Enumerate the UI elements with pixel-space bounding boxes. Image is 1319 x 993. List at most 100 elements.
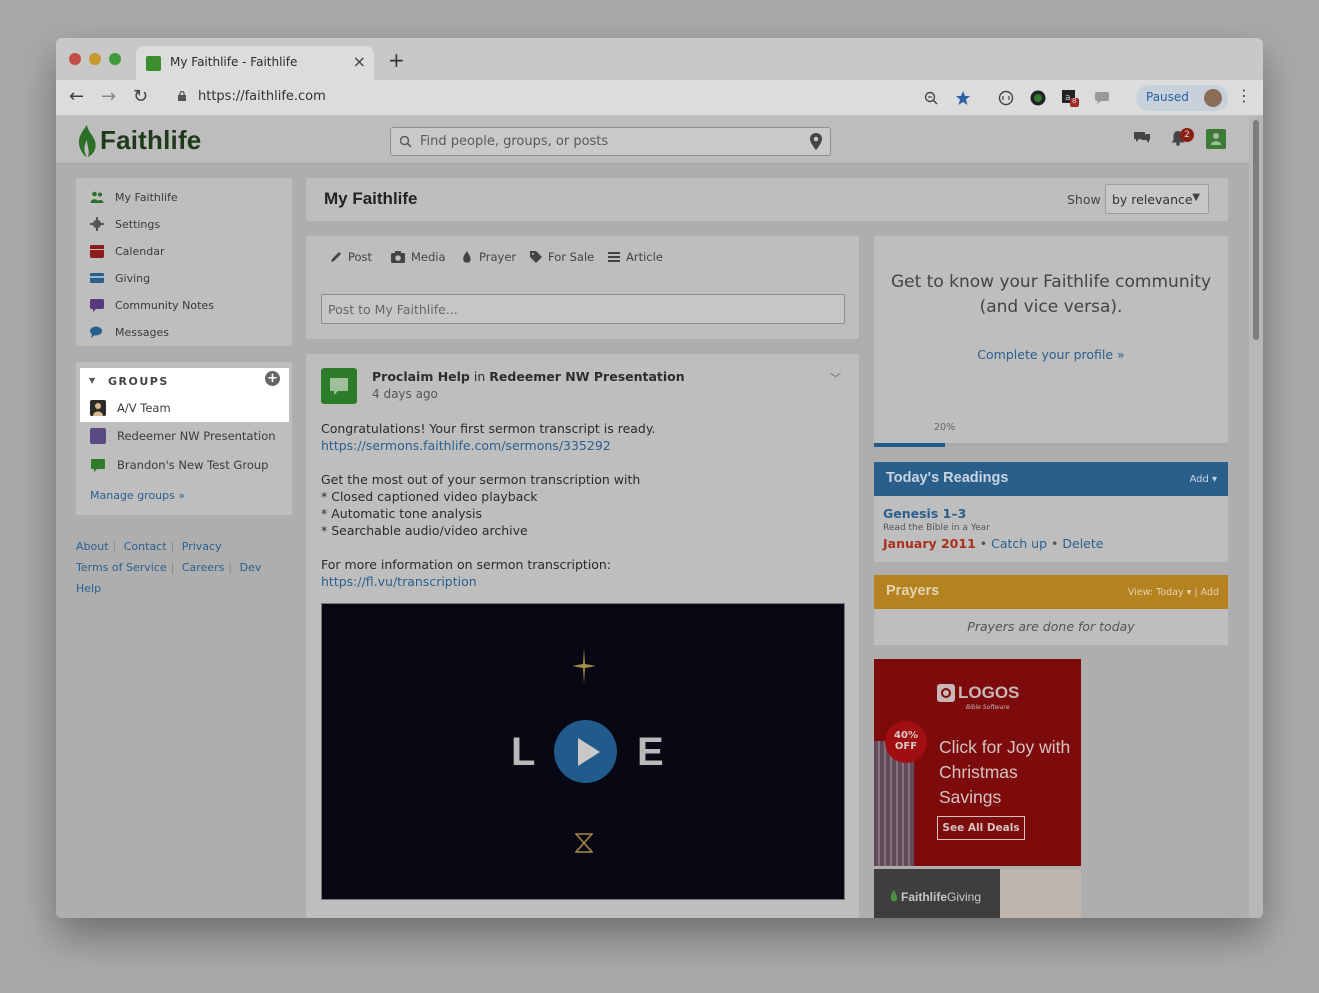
sidebar-item-label: Settings <box>115 217 161 231</box>
about-link[interactable]: About <box>76 540 109 553</box>
sidebar-item-label: Calendar <box>115 244 165 258</box>
profile-paused-button[interactable]: Paused <box>1136 85 1228 111</box>
add-group-icon[interactable]: + <box>265 371 280 386</box>
see-all-deals-button[interactable]: See All Deals <box>937 816 1025 840</box>
sidebar-item-label: Giving <box>115 271 151 285</box>
group-item-brandons-test[interactable]: Brandon's New Test Group <box>90 457 268 473</box>
faithlife-page: Faithlife Find people, groups, or posts … <box>56 116 1263 918</box>
address-bar[interactable]: https://faithlife.com <box>198 89 326 104</box>
tab-for-sale[interactable]: For Sale <box>530 250 594 264</box>
sidebar-item-community-notes[interactable]: Community Notes <box>90 296 214 314</box>
paused-label: Paused <box>1146 90 1189 104</box>
sidebar-item-messages[interactable]: Messages <box>90 323 169 341</box>
zoom-window-button[interactable] <box>109 53 121 65</box>
faithlife-logo[interactable]: Faithlife <box>100 125 201 156</box>
help-link[interactable]: Help <box>76 582 101 595</box>
post-text: * Searchable audio/video archive <box>321 523 528 538</box>
post-input-placeholder: Post to My Faithlife... <box>328 302 458 317</box>
browser-tab[interactable]: My Faithlife - Faithlife × <box>136 46 374 80</box>
contact-link[interactable]: Contact <box>124 540 167 553</box>
back-button[interactable]: ← <box>69 87 84 107</box>
hourglass-icon <box>575 833 593 853</box>
sidebar-item-my-faithlife[interactable]: My Faithlife <box>90 188 178 206</box>
group-item-redeemer-nw[interactable]: Redeemer NW Presentation <box>90 428 276 444</box>
profile-prompt-line: Get to know your Faithlife community <box>890 272 1212 292</box>
privacy-link[interactable]: Privacy <box>182 540 222 553</box>
faithlife-favicon-icon <box>146 56 161 71</box>
logos-ad-banner[interactable]: LOGOS Bible Software 40% OFF Click for J… <box>874 659 1081 866</box>
tab-post[interactable]: Post <box>330 250 372 264</box>
post-text: Get the most out of your sermon transcri… <box>321 472 641 487</box>
site-search-input[interactable]: Find people, groups, or posts <box>390 127 831 156</box>
extension-icon[interactable] <box>997 89 1015 107</box>
location-pin-icon[interactable] <box>810 133 822 150</box>
sidebar-item-giving[interactable]: Giving <box>90 269 150 287</box>
close-window-button[interactable] <box>69 53 81 65</box>
person-icon <box>1211 133 1221 145</box>
post-composer: Post Media Prayer For Sale Article Post … <box>306 236 859 339</box>
article-icon <box>608 252 620 262</box>
new-tab-button[interactable]: + <box>388 48 405 72</box>
complete-profile-link[interactable]: Complete your profile » <box>874 347 1228 362</box>
message-extension-icon[interactable] <box>1093 89 1111 107</box>
post-author-link[interactable]: Proclaim Help <box>372 369 470 384</box>
reading-passage-link[interactable]: Genesis 1–3 <box>883 506 966 521</box>
delete-link[interactable]: Delete <box>1062 536 1103 551</box>
sidebar-item-calendar[interactable]: Calendar <box>90 242 164 260</box>
group-item-av-team[interactable]: A/V Team <box>90 400 171 416</box>
tab-close-icon[interactable]: × <box>353 52 366 71</box>
careers-link[interactable]: Careers <box>182 561 225 574</box>
note-icon <box>90 299 104 312</box>
prayers-empty-message: Prayers are done for today <box>967 619 1135 634</box>
tab-media[interactable]: Media <box>391 250 446 264</box>
post-menu-chevron-icon[interactable]: ﹀ <box>830 370 841 386</box>
logos-logo-text: LOGOS <box>958 683 1020 702</box>
bookmark-star-icon[interactable] <box>954 89 972 107</box>
lock-icon <box>178 91 186 101</box>
progress-label: 20% <box>934 422 956 433</box>
faithlife-giving-ad[interactable]: FaithlifeGiving <box>874 869 1081 918</box>
sort-select[interactable]: by relevance ▼ <box>1105 184 1209 214</box>
post-timestamp[interactable]: 4 days ago <box>372 387 438 401</box>
sidebar-item-settings[interactable]: Settings <box>90 215 160 233</box>
ad-headline: Click for Joy with Christmas Savings <box>939 737 1071 807</box>
post-input[interactable]: Post to My Faithlife... <box>321 294 845 324</box>
record-extension-icon[interactable] <box>1029 89 1047 107</box>
terms-link[interactable]: Terms of Service <box>76 561 167 574</box>
play-button[interactable] <box>554 720 617 783</box>
post-link[interactable]: https://fl.vu/transcription <box>321 573 841 590</box>
video-player[interactable]: L E <box>321 603 845 900</box>
reload-button[interactable]: ↻ <box>133 87 148 107</box>
post-author-avatar[interactable] <box>321 368 357 404</box>
post-link[interactable]: https://sermons.faithlife.com/sermons/33… <box>321 437 841 454</box>
scroll-thumb[interactable] <box>1253 120 1259 340</box>
minimize-window-button[interactable] <box>89 53 101 65</box>
tab-label: Prayer <box>479 250 517 264</box>
tab-article[interactable]: Article <box>608 250 663 264</box>
manage-groups-link[interactable]: Manage groups » <box>90 489 185 502</box>
messages-chat-icon[interactable] <box>1133 130 1151 146</box>
collapse-triangle-icon[interactable]: ▼ <box>89 376 95 385</box>
footer-links: About | Contact | Privacy Terms of Service… <box>76 540 262 595</box>
prayers-view-controls[interactable]: View: Today ▾ | Add <box>1128 587 1219 598</box>
camera-icon <box>391 251 405 263</box>
show-label: Show <box>1067 192 1101 207</box>
dev-link[interactable]: Dev <box>240 561 262 574</box>
forward-button[interactable]: → <box>101 87 116 107</box>
page-scrollbar[interactable] <box>1249 116 1263 918</box>
browser-menu-icon[interactable]: ⋮ <box>1236 86 1252 105</box>
feed-post: Proclaim Help in Redeemer NW Presentatio… <box>306 354 859 918</box>
faithlife-flame-icon[interactable] <box>76 124 98 158</box>
card-icon <box>90 273 104 283</box>
tab-prayer[interactable]: Prayer <box>461 250 516 264</box>
user-avatar[interactable] <box>1206 129 1226 149</box>
reading-date: January 2011 <box>883 536 976 551</box>
post-group-link[interactable]: Redeemer NW Presentation <box>489 369 684 384</box>
page-title: My Faithlife <box>324 189 418 208</box>
zoom-icon[interactable] <box>922 89 940 107</box>
svg-text:a: a <box>1065 93 1071 103</box>
readings-add-button[interactable]: Add ▾ <box>1189 474 1217 485</box>
reading-status: January 2011 • Catch up • Delete <box>883 536 1103 551</box>
amazon-extension-icon[interactable]: a 8 <box>1061 89 1079 107</box>
catch-up-link[interactable]: Catch up <box>991 536 1047 551</box>
